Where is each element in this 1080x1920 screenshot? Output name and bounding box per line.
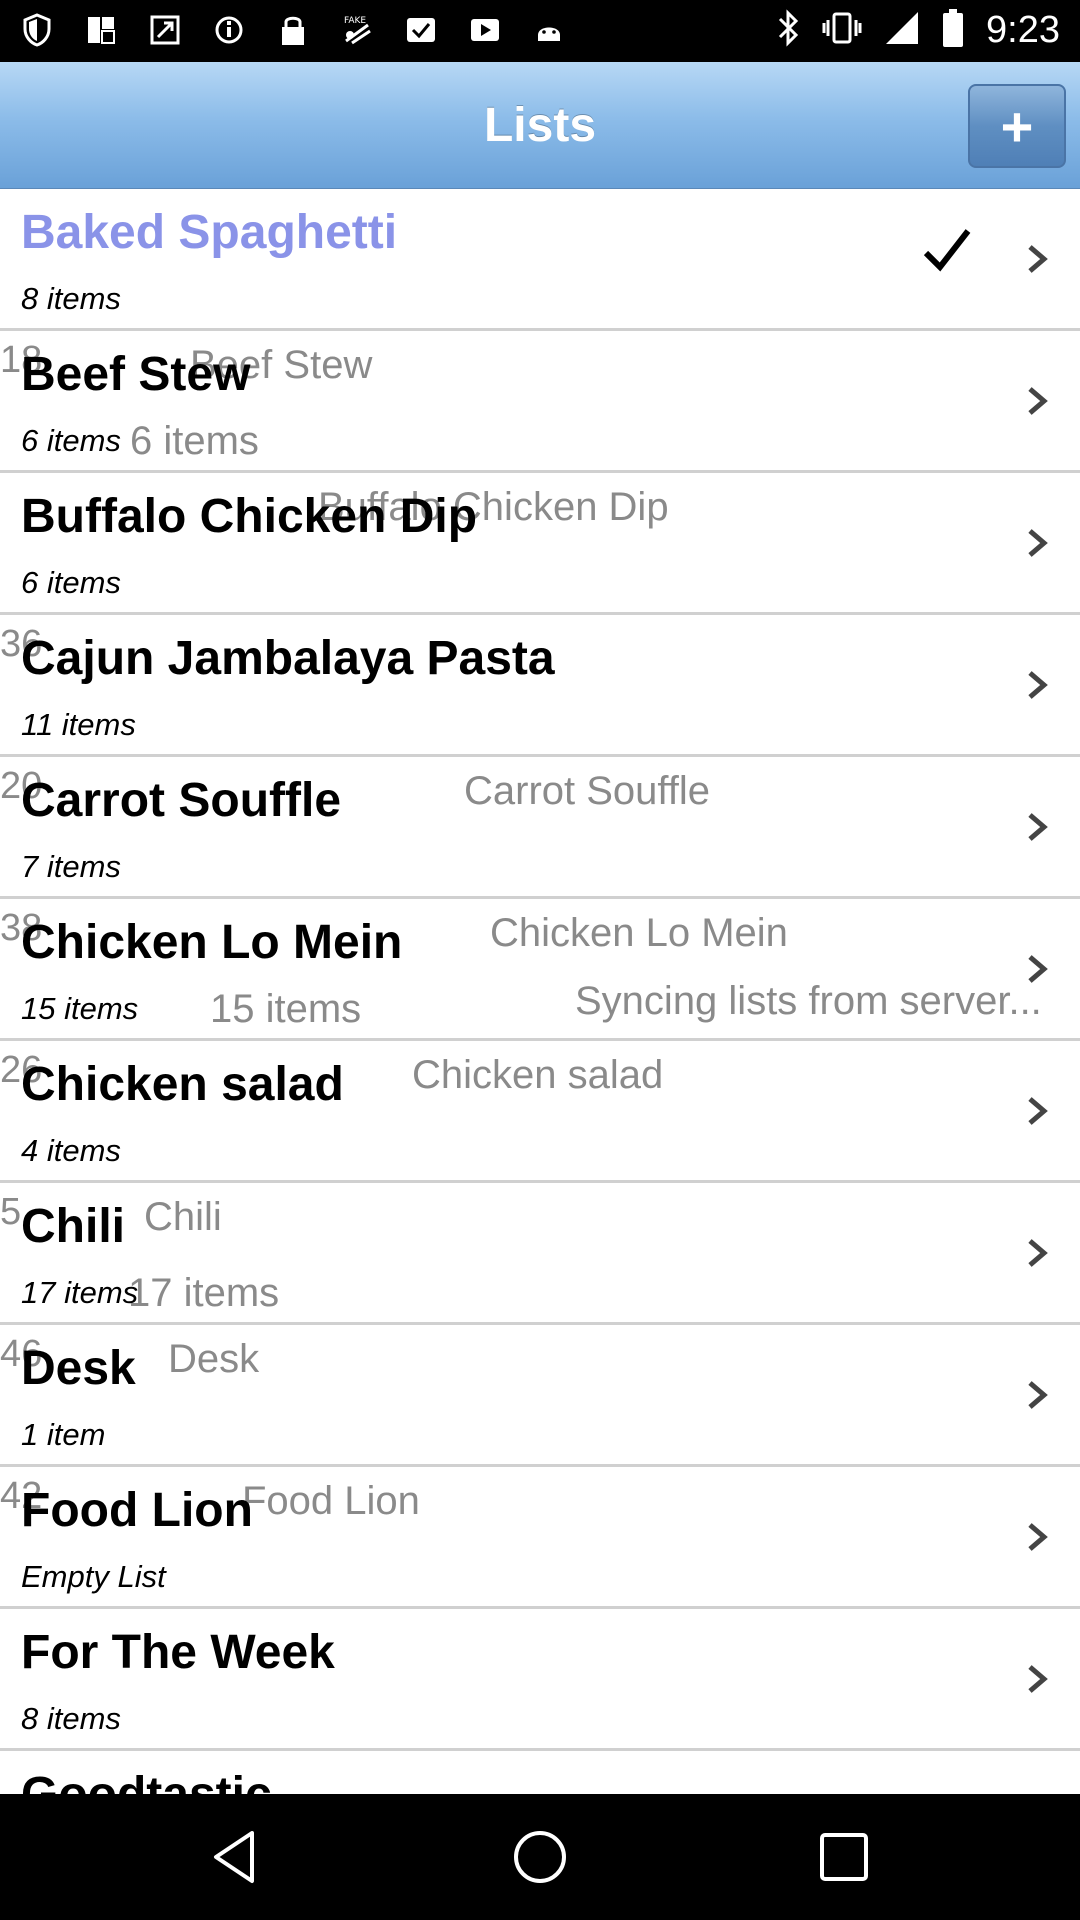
list-item-name: Food Lion bbox=[21, 1484, 253, 1537]
chevron-right-icon bbox=[1028, 1665, 1048, 1693]
shield-icon bbox=[20, 10, 54, 50]
overlay-name: Chicken salad bbox=[412, 1053, 664, 1097]
list-item[interactable]: 18 Beef Stew Beef Stew 6 items 6 items bbox=[0, 331, 1080, 473]
resize-icon bbox=[148, 10, 182, 50]
list-item[interactable]: 42 Food Lion Food Lion Empty List bbox=[0, 1467, 1080, 1609]
list-item[interactable]: Baked Spaghetti 8 items bbox=[0, 189, 1080, 331]
list-item-name: Goodtastic bbox=[21, 1767, 272, 1794]
overlay-count: 17 items bbox=[128, 1271, 280, 1315]
list-item[interactable]: 38 Chicken Lo Mein Chicken Lo Mein 15 it… bbox=[0, 899, 1080, 1041]
lock-icon bbox=[276, 10, 310, 50]
overlay-name: Desk bbox=[168, 1337, 260, 1381]
sync-status-message: Syncing lists from server... bbox=[575, 979, 1042, 1023]
list-item-count: 8 items bbox=[21, 281, 121, 316]
list-item-count: 6 items bbox=[21, 423, 121, 458]
battery-icon bbox=[942, 8, 964, 53]
overlay-name: Food Lion bbox=[242, 1479, 420, 1523]
list-item-name: Baked Spaghetti bbox=[21, 206, 398, 259]
add-list-button[interactable]: + bbox=[968, 84, 1066, 168]
list-item-name: For The Week bbox=[21, 1626, 335, 1679]
list-item-count: 8 items bbox=[21, 1701, 121, 1736]
home-icon[interactable] bbox=[510, 1827, 570, 1887]
list-item-name: Cajun Jambalaya Pasta bbox=[21, 632, 555, 685]
chevron-right-icon bbox=[1028, 1523, 1048, 1551]
overlay-name: Carrot Souffle bbox=[464, 769, 711, 813]
list-item-name: Beef Stew bbox=[21, 348, 251, 401]
flipboard-icon bbox=[84, 10, 118, 50]
list-item-count: 17 items bbox=[21, 1275, 139, 1310]
list-item-count: 15 items bbox=[21, 991, 139, 1026]
list-item-count: 7 items bbox=[21, 849, 121, 884]
overlay-count: 6 items bbox=[130, 419, 259, 463]
list-item[interactable]: 36 Cajun Jambalaya Pasta 11 items bbox=[0, 615, 1080, 757]
status-bar: FAKE 9:23 bbox=[0, 0, 1080, 62]
list-item-count: Empty List bbox=[21, 1559, 166, 1594]
app-header: Lists + bbox=[0, 62, 1080, 189]
check-icon bbox=[404, 10, 438, 50]
chevron-right-icon bbox=[1028, 813, 1048, 841]
list-item[interactable]: Goodtastic bbox=[0, 1751, 1080, 1794]
overlay-count: 15 items bbox=[210, 987, 362, 1031]
status-time: 9:23 bbox=[986, 9, 1060, 51]
chevron-right-icon bbox=[1028, 1097, 1048, 1125]
chevron-right-icon bbox=[1028, 387, 1048, 415]
chevron-right-icon bbox=[1028, 1239, 1048, 1267]
overlay-name: Chili bbox=[144, 1195, 222, 1239]
lists-list: Baked Spaghetti 8 items 18 Beef Stew Bee… bbox=[0, 189, 1080, 1794]
overlay-name: Chicken Lo Mein bbox=[490, 911, 788, 955]
chevron-right-icon bbox=[1028, 1381, 1048, 1409]
list-item-name: Chicken Lo Mein bbox=[21, 916, 403, 969]
chevron-right-icon bbox=[1028, 245, 1048, 273]
svg-text:FAKE: FAKE bbox=[344, 16, 366, 26]
list-item-name: Buffalo Chicken Dip bbox=[21, 490, 478, 543]
back-icon[interactable] bbox=[206, 1827, 266, 1887]
list-item[interactable]: 26 Chicken salad Chicken salad 4 items bbox=[0, 1041, 1080, 1183]
list-item-count: 4 items bbox=[21, 1133, 121, 1168]
signal-icon bbox=[884, 10, 920, 51]
fake-gps-icon: FAKE bbox=[340, 10, 374, 50]
overlay-number: 5 bbox=[0, 1191, 22, 1233]
list-item-count: 11 items bbox=[21, 707, 136, 742]
chevron-right-icon bbox=[1028, 529, 1048, 557]
chevron-right-icon bbox=[1028, 955, 1048, 983]
chevron-right-icon bbox=[1028, 671, 1048, 699]
vibrate-icon bbox=[822, 10, 862, 51]
navigation-bar bbox=[0, 1794, 1080, 1920]
bluetooth-icon bbox=[776, 9, 800, 52]
list-item-name: Carrot Souffle bbox=[21, 774, 342, 827]
checkmark-icon bbox=[923, 229, 971, 272]
android-icon bbox=[532, 10, 566, 50]
recents-icon[interactable] bbox=[814, 1827, 874, 1887]
list-item-count: 1 item bbox=[21, 1417, 106, 1452]
list-item-count: 6 items bbox=[21, 565, 121, 600]
list-item-name: Desk bbox=[21, 1342, 136, 1395]
list-item[interactable]: 5 Chili Chili 17 items 17 items bbox=[0, 1183, 1080, 1325]
status-left-icons: FAKE bbox=[20, 10, 566, 50]
page-title: Lists bbox=[483, 99, 597, 152]
list-item[interactable]: Buffalo Chicken Dip Buffalo Chicken Dip … bbox=[0, 473, 1080, 615]
list-item-name: Chicken salad bbox=[21, 1058, 344, 1111]
list-item-name: Chili bbox=[21, 1200, 125, 1253]
list-item[interactable]: 46 Desk Desk 1 item bbox=[0, 1325, 1080, 1467]
info-icon bbox=[212, 10, 246, 50]
play-icon bbox=[468, 10, 502, 50]
list-item[interactable]: For The Week 8 items bbox=[0, 1609, 1080, 1751]
status-right: 9:23 bbox=[776, 8, 1060, 53]
list-item[interactable]: 20 Carrot Souffle Carrot Souffle 7 items bbox=[0, 757, 1080, 899]
